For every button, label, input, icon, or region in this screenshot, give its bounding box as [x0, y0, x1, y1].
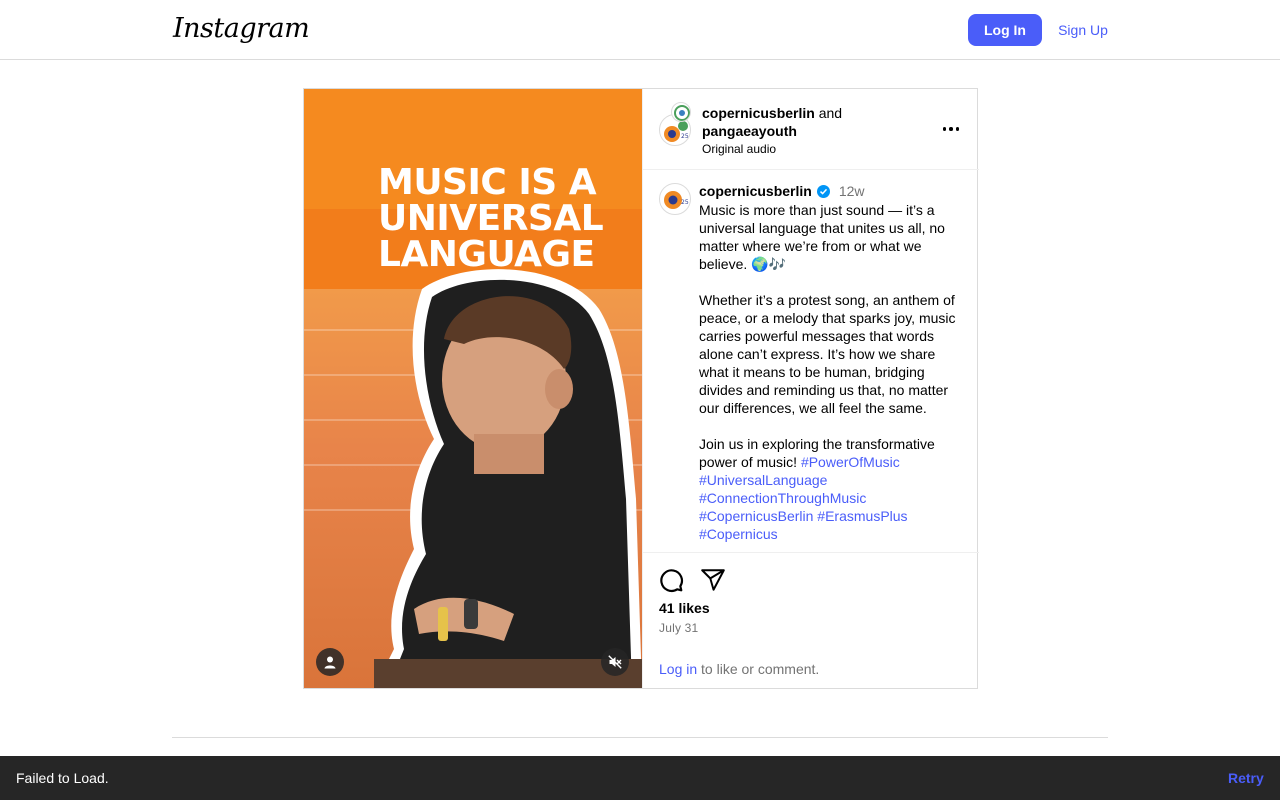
- muted-speaker-icon: [608, 655, 622, 669]
- caption-section: 25 copernicusberlin 12w Music is more th…: [643, 171, 979, 553]
- caption-text: Music is more than just sound — it’s a u…: [699, 201, 967, 543]
- likes-count[interactable]: 41 likes: [659, 600, 710, 616]
- author-username[interactable]: copernicusberlin: [702, 105, 815, 121]
- post-age[interactable]: 12w: [839, 182, 865, 200]
- author-line: copernicusberlin and pangaeayouth Origin…: [702, 104, 902, 157]
- hashtag-link[interactable]: #UniversalLanguage: [699, 472, 827, 488]
- dot-icon: [955, 127, 960, 131]
- collaborator-avatar[interactable]: [671, 102, 691, 122]
- caption-username[interactable]: copernicusberlin: [699, 182, 812, 200]
- share-icon[interactable]: [700, 567, 726, 593]
- and-text: and: [818, 105, 843, 121]
- login-prompt: Log in to like or comment.: [659, 661, 819, 677]
- dot-icon: [949, 127, 953, 131]
- login-prompt-text: to like or comment.: [697, 661, 820, 677]
- comment-icon[interactable]: [658, 567, 684, 593]
- svg-text:25: 25: [681, 133, 689, 140]
- person-icon: [324, 656, 336, 669]
- instagram-logo[interactable]: Instagram: [173, 13, 310, 44]
- hashtag-link[interactable]: #CopernicusBerlin: [699, 508, 813, 524]
- headline-line: LANGUAGE: [378, 234, 595, 275]
- hashtag-link[interactable]: #PowerOfMusic: [801, 454, 900, 470]
- caption-body: copernicusberlin 12w Music is more than …: [699, 182, 967, 543]
- mute-toggle-button[interactable]: [601, 648, 629, 676]
- error-toast: Failed to Load. Retry: [0, 756, 1280, 800]
- sign-up-link[interactable]: Sign Up: [1052, 14, 1114, 46]
- post-video[interactable]: MUSIC IS A UNIVERSAL LANGUAGE: [304, 89, 642, 688]
- caption-text-body: Music is more than just sound — it’s a u…: [699, 202, 956, 470]
- log-in-link[interactable]: Log in: [659, 661, 697, 677]
- caption-avatar[interactable]: 25: [659, 183, 691, 215]
- log-in-button[interactable]: Log In: [968, 14, 1042, 46]
- dot-icon: [942, 127, 947, 131]
- svg-text:25: 25: [681, 199, 689, 206]
- post-date[interactable]: July 31: [659, 621, 698, 635]
- tagged-people-button[interactable]: [316, 648, 344, 676]
- hashtag-link[interactable]: #ErasmusPlus: [817, 508, 907, 524]
- audio-label[interactable]: Original audio: [702, 141, 902, 157]
- more-options-button[interactable]: [939, 119, 963, 139]
- toast-message: Failed to Load.: [16, 770, 109, 786]
- pangaea-logo-icon: [674, 105, 690, 121]
- hashtag-link[interactable]: #ConnectionThroughMusic: [699, 490, 866, 506]
- verified-badge-icon: [816, 184, 830, 198]
- post-card: MUSIC IS A UNIVERSAL LANGUAGE 25 coperni…: [303, 88, 979, 689]
- post-actions: [658, 567, 726, 593]
- video-headline: MUSIC IS A UNIVERSAL LANGUAGE: [378, 165, 618, 273]
- headline-line: UNIVERSAL: [378, 198, 604, 239]
- hashtag-link[interactable]: #Copernicus: [699, 526, 778, 542]
- post-header: 25 copernicusberlin and pangaeayouth Ori…: [643, 89, 979, 170]
- post-sidebar: 25 copernicusberlin and pangaeayouth Ori…: [642, 89, 979, 688]
- collaborator-username[interactable]: pangaeayouth: [702, 122, 902, 140]
- retry-button[interactable]: Retry: [1228, 770, 1264, 786]
- footer-divider: [172, 737, 1108, 738]
- person-cutout-image: [374, 269, 642, 688]
- copernicus-logo-icon: 25: [664, 191, 689, 209]
- headline-line: MUSIC IS A: [378, 162, 597, 203]
- top-bar: Instagram Log In Sign Up: [0, 0, 1280, 60]
